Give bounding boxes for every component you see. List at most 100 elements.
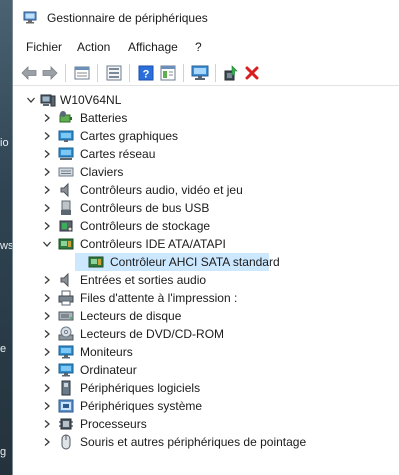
tree-category-item[interactable]: Contrôleurs IDE ATA/ATAPI — [13, 235, 399, 253]
tree-category-item[interactable]: Moniteurs — [13, 343, 399, 361]
tree-item-label: Lecteurs de disque — [80, 309, 182, 323]
tree-item-label: Souris et autres périphériques de pointa… — [80, 435, 307, 449]
tree-category-item[interactable]: Cartes réseau — [13, 145, 399, 163]
back-button[interactable] — [19, 63, 39, 83]
tree-child-item[interactable]: Contrôleur AHCI SATA standard — [13, 253, 399, 271]
monitor-icon — [58, 345, 74, 359]
help-button[interactable]: ? — [136, 63, 156, 83]
menu-action[interactable]: Action — [77, 40, 110, 54]
software-device-icon — [61, 380, 71, 396]
svg-text:?: ? — [143, 69, 150, 81]
tree-item-label: Contrôleur AHCI SATA standard — [110, 255, 280, 269]
desktop-icon-label: e — [0, 343, 7, 355]
chevron-right-icon[interactable] — [42, 149, 52, 159]
chevron-right-icon[interactable] — [42, 113, 52, 123]
keyboard-icon — [58, 167, 74, 177]
details-view-icon — [160, 65, 176, 81]
tree-category-item[interactable]: Processeurs — [13, 415, 399, 433]
printer-icon — [58, 290, 74, 306]
menu-fichier[interactable]: Fichier — [26, 40, 62, 54]
chevron-right-icon[interactable] — [42, 419, 52, 429]
chevron-right-icon[interactable] — [42, 329, 52, 339]
tree-category-item[interactable]: Souris et autres périphériques de pointa… — [13, 433, 399, 451]
processor-icon — [59, 418, 73, 430]
chevron-right-icon[interactable] — [42, 185, 52, 195]
tree-category-item[interactable]: Périphériques logiciels — [13, 379, 399, 397]
tree-item-label: Contrôleurs de stockage — [80, 219, 211, 233]
chevron-right-icon[interactable] — [42, 383, 52, 393]
tree-category-item[interactable]: Claviers — [13, 163, 399, 181]
chevron-right-icon[interactable] — [42, 311, 52, 321]
toolbar-separator — [97, 64, 98, 82]
device-manager-icon — [23, 11, 37, 24]
properties-button[interactable] — [72, 63, 92, 83]
tree-item-label: Contrôleurs IDE ATA/ATAPI — [80, 237, 226, 251]
system-device-icon — [58, 399, 74, 413]
tree-category-item[interactable]: Contrôleurs audio, vidéo et jeu — [13, 181, 399, 199]
ahci-card-icon — [88, 256, 104, 268]
chevron-right-icon[interactable] — [42, 365, 52, 375]
uninstall-x-icon — [245, 66, 259, 80]
computer-icon — [58, 363, 74, 377]
chevron-right-icon[interactable] — [42, 275, 52, 285]
menu-help[interactable]: ? — [195, 40, 202, 54]
update-driver-icon — [224, 65, 238, 81]
speaker-icon — [60, 182, 69, 198]
storage-controller-icon — [59, 220, 73, 232]
tree-item-label: Files d'attente à l'impression : — [80, 291, 238, 305]
console-tree-icon — [106, 65, 122, 81]
scan-hardware-button[interactable] — [190, 63, 210, 83]
details-view-button[interactable] — [158, 63, 178, 83]
chevron-right-icon[interactable] — [42, 347, 52, 357]
tree-category-item[interactable]: Contrôleurs de stockage — [13, 217, 399, 235]
window-title: Gestionnaire de périphériques — [47, 11, 208, 25]
desktop-icon-label: io — [0, 137, 9, 149]
toolbar: ? — [13, 60, 399, 86]
tree-item-label: Processeurs — [80, 417, 147, 431]
tree-category-item[interactable]: Files d'attente à l'impression : — [13, 289, 399, 307]
chevron-down-icon[interactable] — [42, 239, 52, 249]
tree-item-label: Périphériques système — [80, 399, 203, 413]
tree-category-item[interactable]: Lecteurs de DVD/CD-ROM — [13, 325, 399, 343]
tree-category-item[interactable]: Entrées et sorties audio — [13, 271, 399, 289]
help-icon: ? — [138, 65, 154, 81]
toolbar-separator — [183, 64, 184, 82]
usb-icon — [61, 200, 71, 215]
dvd-icon — [58, 326, 74, 341]
update-driver-button[interactable] — [221, 63, 241, 83]
chevron-right-icon[interactable] — [42, 401, 52, 411]
battery-icon — [59, 111, 72, 123]
chevron-right-icon[interactable] — [42, 437, 52, 447]
console-tree-button[interactable] — [104, 63, 124, 83]
device-tree: W10V64NL Batteries Cartes graphiques Carte… — [13, 88, 399, 475]
chevron-right-icon[interactable] — [42, 293, 52, 303]
device-manager-window: Gestionnaire de périphériques Fichier Ac… — [12, 0, 399, 475]
title-bar[interactable]: Gestionnaire de périphériques — [13, 0, 399, 34]
tree-category-item[interactable]: Périphériques système — [13, 397, 399, 415]
chevron-right-icon[interactable] — [42, 221, 52, 231]
tree-category-item[interactable]: Lecteurs de disque — [13, 307, 399, 325]
chevron-right-icon[interactable] — [42, 131, 52, 141]
tree-item-label: Contrôleurs audio, vidéo et jeu — [80, 183, 243, 197]
properties-icon — [74, 66, 90, 80]
tree-root[interactable]: W10V64NL — [13, 91, 399, 109]
tree-item-label: Cartes graphiques — [80, 129, 179, 143]
uninstall-button[interactable] — [242, 63, 262, 83]
forward-button[interactable] — [40, 63, 60, 83]
tree-item-label: Claviers — [80, 165, 124, 179]
tree-category-item[interactable]: Batteries — [13, 109, 399, 127]
tree-item-label: Périphériques logiciels — [80, 381, 201, 395]
toolbar-separator — [129, 64, 130, 82]
menu-affichage[interactable]: Affichage — [128, 40, 178, 54]
chevron-right-icon[interactable] — [42, 167, 52, 177]
tree-item-label: Moniteurs — [80, 345, 133, 359]
tree-category-item[interactable]: Contrôleurs de bus USB — [13, 199, 399, 217]
monitor-scan-icon — [191, 65, 209, 80]
back-arrow-icon — [21, 66, 37, 80]
tree-category-item[interactable]: Ordinateur — [13, 361, 399, 379]
toolbar-separator — [215, 64, 216, 82]
chevron-down-icon[interactable] — [26, 95, 36, 105]
tree-item-label: Entrées et sorties audio — [80, 273, 207, 287]
chevron-right-icon[interactable] — [42, 203, 52, 213]
tree-category-item[interactable]: Cartes graphiques — [13, 127, 399, 145]
